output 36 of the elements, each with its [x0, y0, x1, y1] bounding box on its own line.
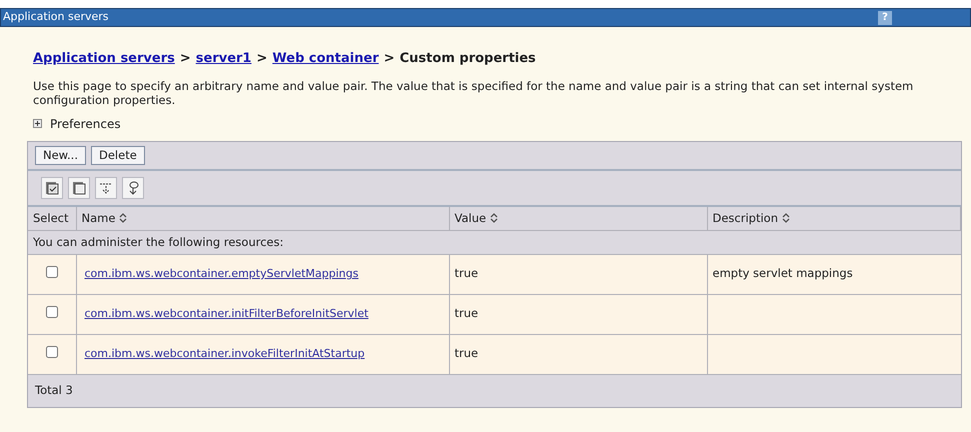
breadcrumb-link[interactable]: Application servers [33, 49, 175, 68]
select-all-icon[interactable] [41, 176, 63, 198]
sort-icon[interactable] [119, 212, 128, 224]
expand-icon[interactable] [95, 176, 117, 198]
breadcrumb-current: Custom properties [400, 50, 536, 68]
row-checkbox[interactable] [46, 266, 58, 278]
property-link[interactable]: com.ibm.ws.webcontainer.emptyServletMappings [84, 267, 358, 280]
table-cell: true [454, 306, 478, 320]
column-header[interactable]: Name [76, 206, 449, 230]
preferences-label[interactable]: Preferences [50, 114, 121, 132]
page-description: Use this page to specify an arbitrary name and value pair. The value that is specified for the name and value pair is a string that can set internal system configuration properties. [33, 78, 914, 106]
property-link[interactable]: com.ibm.ws.webcontainer.invokeFilterInitAtStartup [84, 347, 365, 360]
table-info: You can administer the following resources: [33, 234, 284, 249]
window-title: Application servers [3, 9, 109, 26]
table-cell: true [454, 266, 478, 280]
table-cell: empty servlet mappings [712, 266, 853, 280]
sort-icon[interactable] [782, 212, 790, 224]
breadcrumb-separator: > [256, 50, 268, 68]
column-header: Select [28, 206, 76, 230]
filter-icon[interactable] [122, 176, 144, 198]
breadcrumb-separator: > [180, 50, 191, 68]
sort-icon[interactable] [490, 212, 498, 224]
row-checkbox[interactable] [46, 346, 58, 358]
row-checkbox[interactable] [46, 306, 58, 318]
property-link[interactable]: com.ibm.ws.webcontainer.initFilterBeforeInitServlet [84, 307, 368, 320]
expand-icon[interactable] [33, 119, 42, 128]
breadcrumb-link[interactable]: Web container [272, 49, 379, 68]
breadcrumb-link[interactable]: server1 [196, 49, 252, 68]
toolbar-button[interactable]: New... [35, 146, 86, 164]
toolbar-button[interactable]: Delete [91, 146, 145, 164]
total-count: Total 3 [35, 383, 73, 398]
deselect-all-icon[interactable] [68, 176, 90, 198]
column-header[interactable]: Description [707, 206, 960, 230]
breadcrumb-separator: > [384, 50, 395, 68]
table-cell: true [454, 346, 478, 360]
column-header[interactable]: Value [449, 206, 707, 230]
